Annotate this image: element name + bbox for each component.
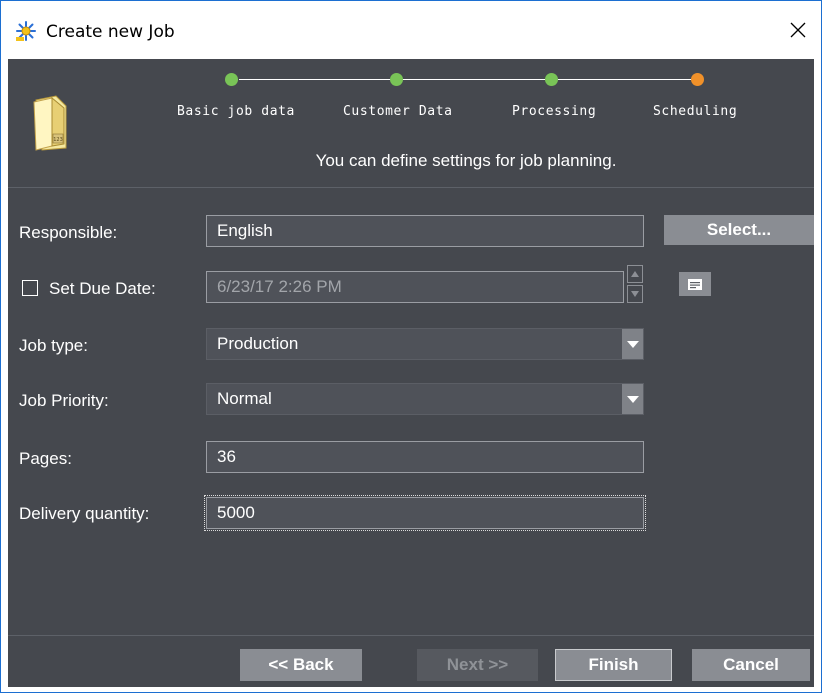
step-scheduling-label: Scheduling (653, 104, 738, 119)
job-type-value: Production (217, 334, 299, 353)
chevron-down-icon (626, 395, 639, 403)
step-processing-label: Processing (512, 104, 597, 119)
step-connector (557, 79, 699, 80)
set-due-date-checkbox[interactable] (22, 280, 38, 296)
job-priority-value: Normal (217, 389, 272, 408)
pages-field[interactable]: 36 (206, 441, 644, 473)
header-divider (8, 187, 814, 188)
spin-down-button[interactable] (627, 285, 643, 303)
window-title: Create new Job (46, 22, 175, 42)
title-bar: Create new Job (1, 1, 821, 59)
finish-button[interactable]: Finish (555, 649, 672, 681)
close-button[interactable] (775, 9, 821, 51)
close-icon (790, 22, 806, 38)
dialog-content: 123 Basic job data Customer Data Process… (8, 59, 814, 687)
caret-up-icon (631, 271, 639, 277)
pages-label: Pages: (19, 449, 72, 468)
step-connector (239, 79, 393, 80)
step-basic-job-data-label: Basic job data (177, 104, 295, 119)
back-button[interactable]: << Back (240, 649, 362, 681)
select-responsible-button[interactable]: Select... (664, 215, 814, 245)
step-scheduling-dot (691, 73, 704, 86)
app-sparkle-icon (16, 21, 36, 41)
step-connector (402, 79, 550, 80)
svg-text:123: 123 (53, 137, 63, 143)
job-type-dropdown[interactable]: Production (206, 328, 644, 360)
chevron-down-icon (626, 340, 639, 348)
calendar-button[interactable] (679, 272, 711, 296)
spin-up-button[interactable] (627, 265, 643, 283)
responsible-label: Responsible: (19, 223, 118, 242)
cancel-button[interactable]: Cancel (692, 649, 810, 681)
step-basic-job-data-dot (225, 73, 238, 86)
calendar-icon (688, 278, 702, 290)
caret-down-icon (631, 291, 639, 297)
next-button[interactable]: Next >> (417, 649, 538, 681)
job-priority-arrow[interactable] (622, 384, 643, 414)
footer-divider (8, 635, 814, 636)
step-customer-data-label: Customer Data (343, 104, 453, 119)
wizard-header: 123 Basic job data Customer Data Process… (8, 59, 814, 187)
job-priority-label: Job Priority: (19, 391, 109, 410)
step-customer-data-dot (390, 73, 403, 86)
delivery-quantity-field[interactable]: 5000 (204, 495, 646, 531)
job-folder-icon: 123 (33, 95, 67, 151)
job-type-arrow[interactable] (622, 329, 643, 359)
step-processing-dot (545, 73, 558, 86)
create-job-dialog: Create new Job 123 Basic job data Custom… (0, 0, 822, 693)
due-date-field[interactable]: 6/23/17 2:26 PM (206, 271, 624, 303)
wizard-instruction: You can define settings for job planning… (315, 151, 617, 170)
job-type-label: Job type: (19, 336, 88, 355)
due-date-spinner (627, 265, 643, 303)
responsible-field[interactable]: English (206, 215, 644, 247)
job-priority-dropdown[interactable]: Normal (206, 383, 644, 415)
delivery-quantity-label: Delivery quantity: (19, 504, 150, 523)
set-due-date-label[interactable]: Set Due Date: (49, 279, 156, 299)
